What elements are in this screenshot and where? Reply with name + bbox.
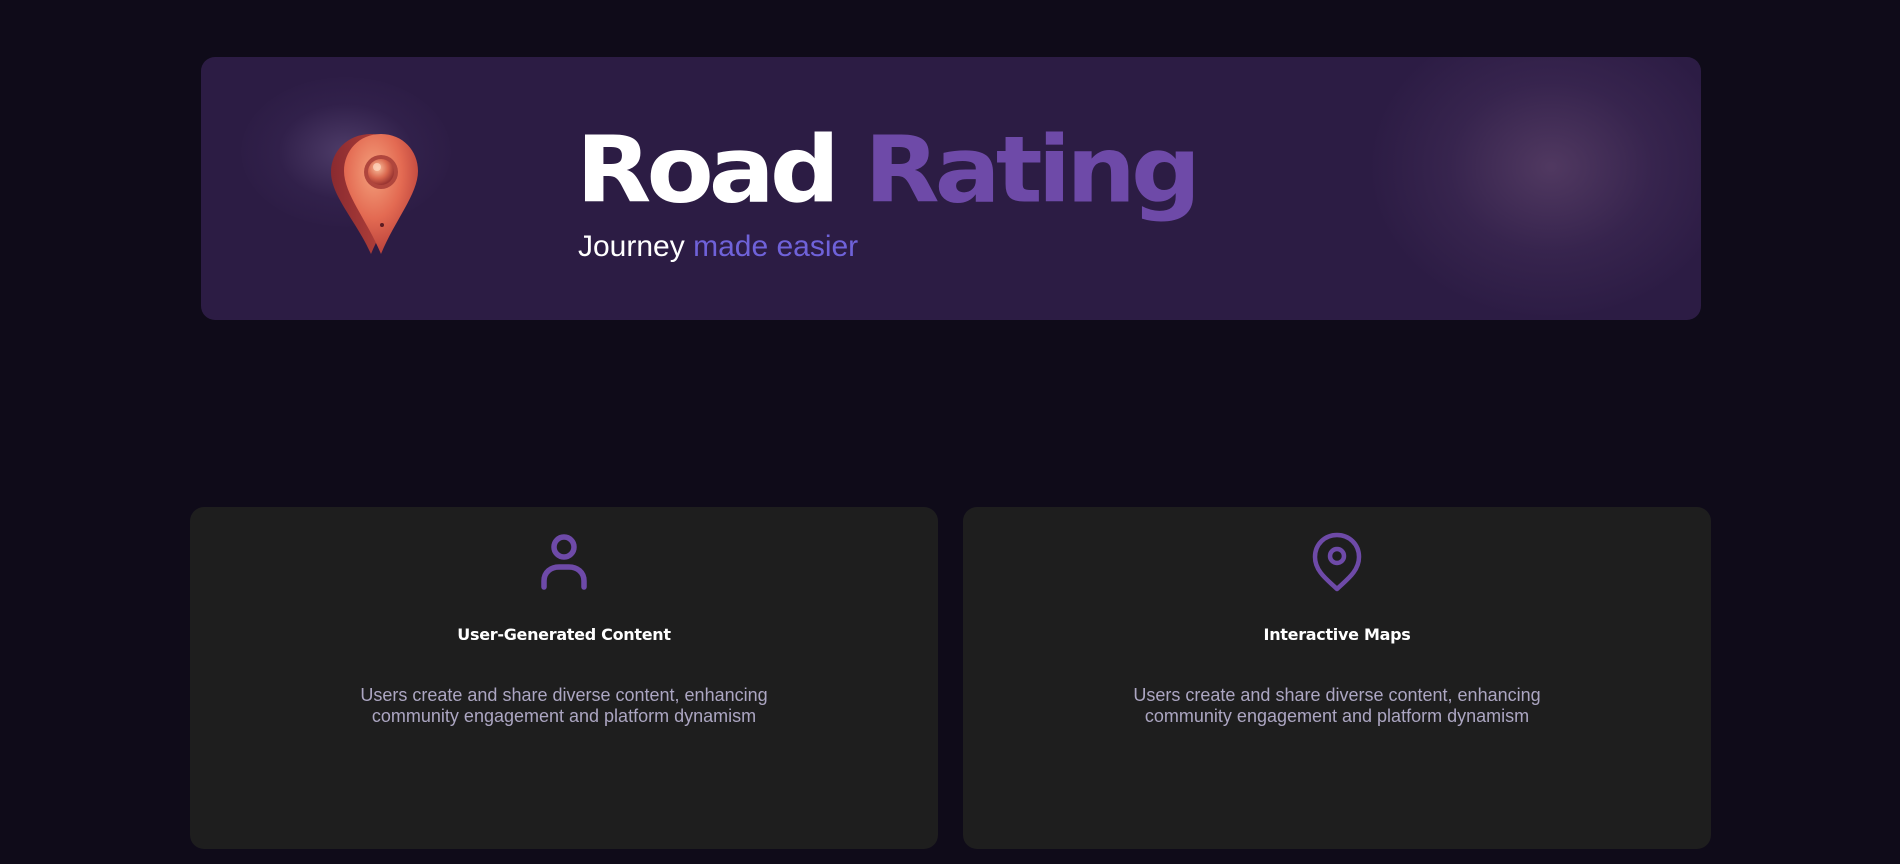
feature-title: User-Generated Content: [457, 625, 671, 644]
feature-card-interactive-maps: Interactive Maps Users create and share …: [963, 507, 1711, 849]
app-tagline: Journey made easier: [578, 230, 858, 264]
hero-banner: Road Rating Journey made easier: [201, 57, 1701, 320]
page: Road Rating Journey made easier User-Gen…: [0, 0, 1900, 864]
app-title-word-2: Rating: [864, 117, 1201, 225]
feature-card-user-content: User-Generated Content Users create and …: [190, 507, 938, 849]
feature-description: Users create and share diverse content, …: [360, 685, 768, 726]
tagline-part-2: made easier: [693, 230, 859, 263]
hero-glow-right: [1371, 57, 1701, 317]
app-title: Road Rating: [576, 117, 1201, 225]
app-title-word-1: Road: [576, 117, 840, 225]
user-icon: [541, 534, 587, 590]
tagline-part-1: Journey: [578, 230, 685, 263]
map-pin-icon: [1312, 532, 1362, 592]
feature-description: Users create and share diverse content, …: [1133, 685, 1541, 726]
map-pin-3d-icon: [331, 134, 418, 254]
feature-title: Interactive Maps: [1263, 625, 1411, 644]
